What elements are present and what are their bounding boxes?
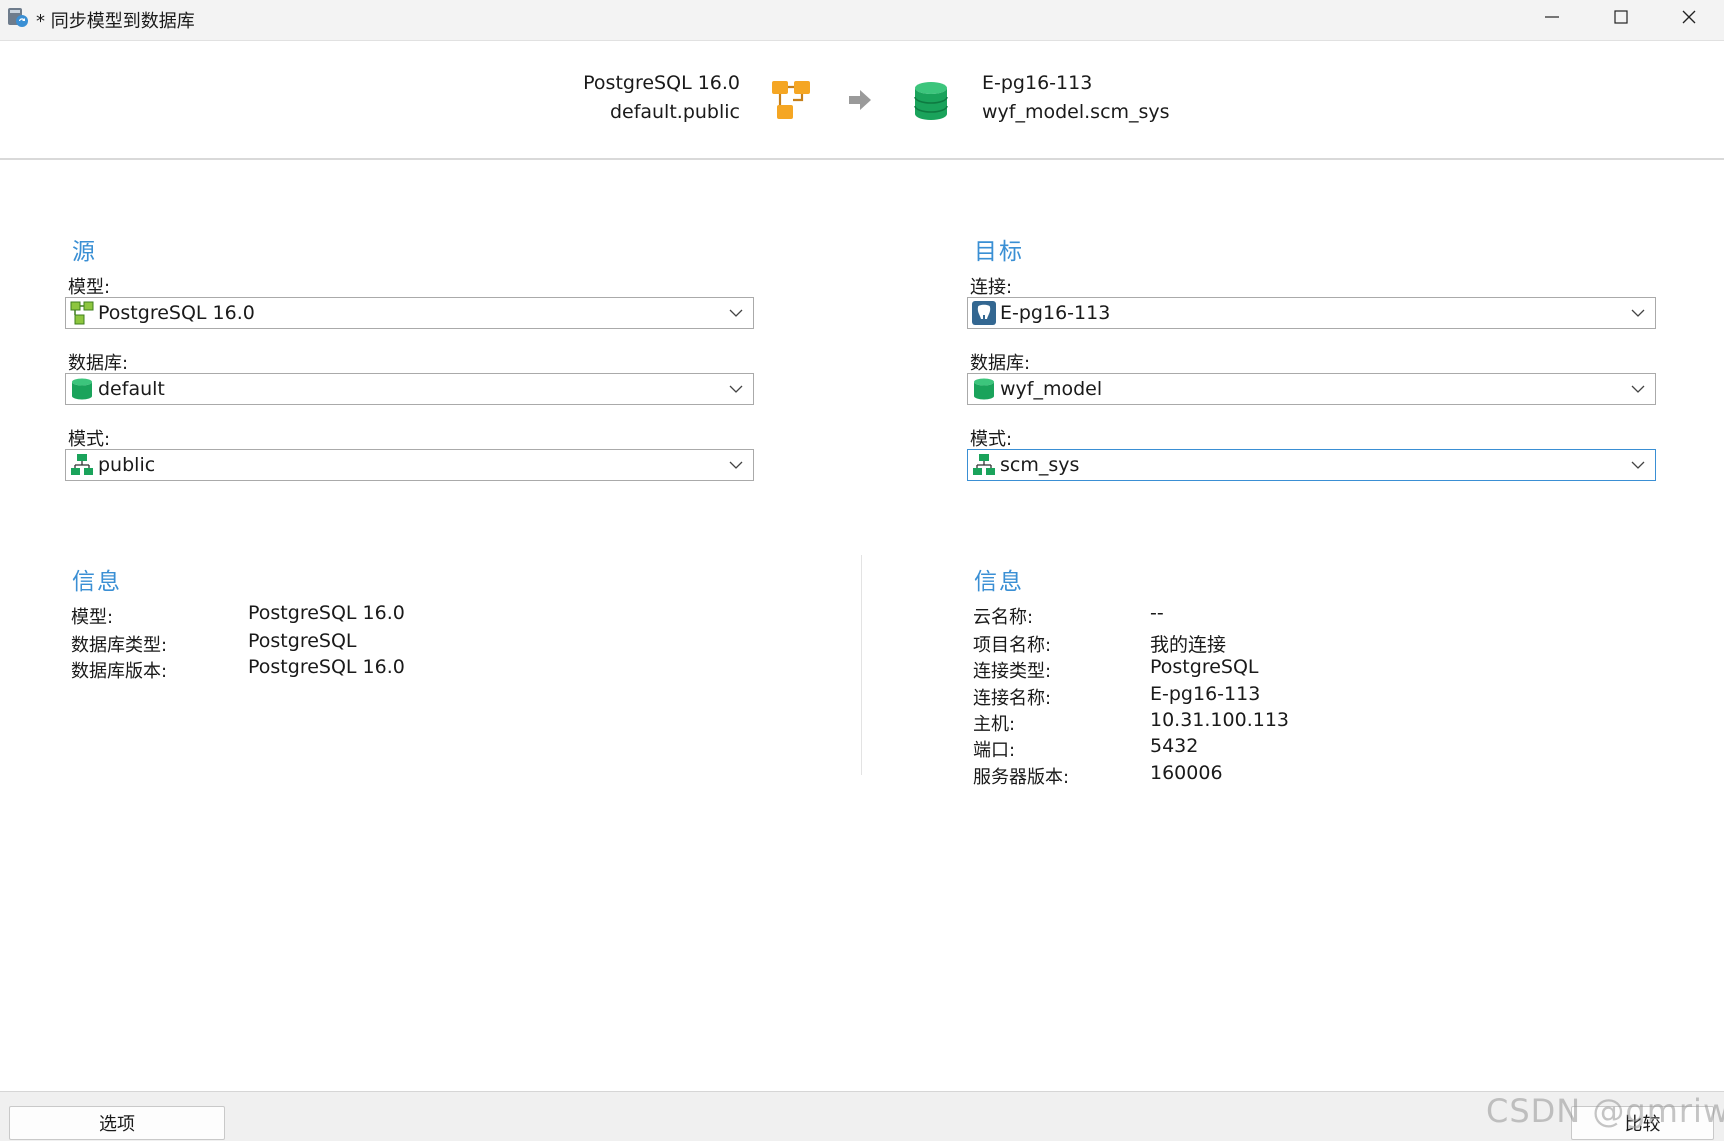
schema-icon xyxy=(71,454,93,475)
schema-icon xyxy=(973,454,995,475)
target-section-title: 目标 xyxy=(974,239,1024,265)
target-info-label: 连接名称: xyxy=(973,688,1052,709)
maximize-icon xyxy=(1614,10,1628,24)
source-section-title: 源 xyxy=(72,239,97,265)
model-icon xyxy=(772,81,810,119)
target-info-label: 服务器版本: xyxy=(973,767,1070,788)
source-schema-value: public xyxy=(98,454,156,476)
target-info-label: 连接类型: xyxy=(973,661,1052,682)
target-connection-label: 连接: xyxy=(970,277,1013,298)
source-model-label: 模型: xyxy=(68,277,111,298)
window-title: * 同步模型到数据库 xyxy=(36,11,195,32)
source-database-label: 数据库: xyxy=(68,353,129,374)
chevron-down-icon xyxy=(729,309,743,317)
source-schema-label: 模式: xyxy=(68,429,111,450)
target-info-value: 5432 xyxy=(1150,735,1199,757)
source-info-label: 数据库版本: xyxy=(71,661,168,682)
info-divider xyxy=(861,555,862,775)
postgresql-elephant-icon xyxy=(972,301,996,325)
database-icon xyxy=(974,378,994,400)
minimize-button[interactable] xyxy=(1518,0,1586,34)
source-info-value: PostgreSQL 16.0 xyxy=(248,656,405,678)
target-info-value: 10.31.100.113 xyxy=(1150,709,1290,731)
model-icon xyxy=(70,301,94,325)
header-source-model: PostgreSQL 16.0 xyxy=(583,72,740,94)
close-button[interactable] xyxy=(1655,0,1723,34)
arrow-right-icon xyxy=(849,90,871,110)
chevron-down-icon xyxy=(1631,309,1645,317)
target-info-value: -- xyxy=(1150,602,1164,624)
header-target-schema: wyf_model.scm_sys xyxy=(982,101,1170,123)
minimize-icon xyxy=(1545,16,1559,18)
chevron-down-icon xyxy=(729,461,743,469)
header-source-schema: default.public xyxy=(609,101,740,123)
header-target-connection: E-pg16-113 xyxy=(982,72,1093,94)
options-button[interactable]: 选项 xyxy=(9,1106,225,1140)
database-icon xyxy=(914,82,948,120)
target-info-label: 项目名称: xyxy=(973,635,1052,656)
target-info-title: 信息 xyxy=(974,569,1024,595)
target-info-label: 云名称: xyxy=(973,607,1034,628)
close-icon xyxy=(1682,10,1696,24)
target-schema-value: scm_sys xyxy=(1000,454,1080,476)
sync-app-icon xyxy=(8,8,28,27)
target-info-value: 160006 xyxy=(1150,762,1223,784)
source-database-value: default xyxy=(98,378,165,400)
source-model-value: PostgreSQL 16.0 xyxy=(98,302,255,324)
target-schema-label: 模式: xyxy=(970,429,1013,450)
source-info-title: 信息 xyxy=(72,569,122,595)
database-icon xyxy=(72,378,92,400)
target-connection-value: E-pg16-113 xyxy=(1000,302,1111,324)
watermark: CSDN @gmriwyf xyxy=(1486,1092,1724,1130)
target-database-value: wyf_model xyxy=(1000,378,1103,400)
target-info-label: 主机: xyxy=(973,714,1016,735)
target-info-label: 端口: xyxy=(973,740,1016,761)
target-info-value: PostgreSQL xyxy=(1150,656,1259,678)
chevron-down-icon xyxy=(1631,385,1645,393)
target-info-value: E-pg16-113 xyxy=(1150,683,1261,705)
source-model-select[interactable]: PostgreSQL 16.0 xyxy=(65,297,754,329)
source-info-label: 数据库类型: xyxy=(71,635,168,656)
target-database-label: 数据库: xyxy=(970,353,1031,374)
target-info-value: 我的连接 xyxy=(1150,634,1227,656)
sync-summary-header: PostgreSQL 16.0 default.public E-pg16-11… xyxy=(0,41,1724,160)
title-bar: * 同步模型到数据库 xyxy=(0,0,1724,41)
footer-bar: 选项 比较 xyxy=(0,1091,1724,1141)
source-info-label: 模型: xyxy=(71,607,114,628)
maximize-button[interactable] xyxy=(1587,0,1655,34)
target-connection-select[interactable]: E-pg16-113 xyxy=(967,297,1656,329)
source-schema-select[interactable]: public xyxy=(65,449,754,481)
source-info-value: PostgreSQL 16.0 xyxy=(248,602,405,624)
chevron-down-icon xyxy=(1631,461,1645,469)
chevron-down-icon xyxy=(729,385,743,393)
target-database-select[interactable]: wyf_model xyxy=(967,373,1656,405)
source-database-select[interactable]: default xyxy=(65,373,754,405)
source-info-value: PostgreSQL xyxy=(248,630,357,652)
target-schema-select[interactable]: scm_sys xyxy=(967,449,1656,481)
